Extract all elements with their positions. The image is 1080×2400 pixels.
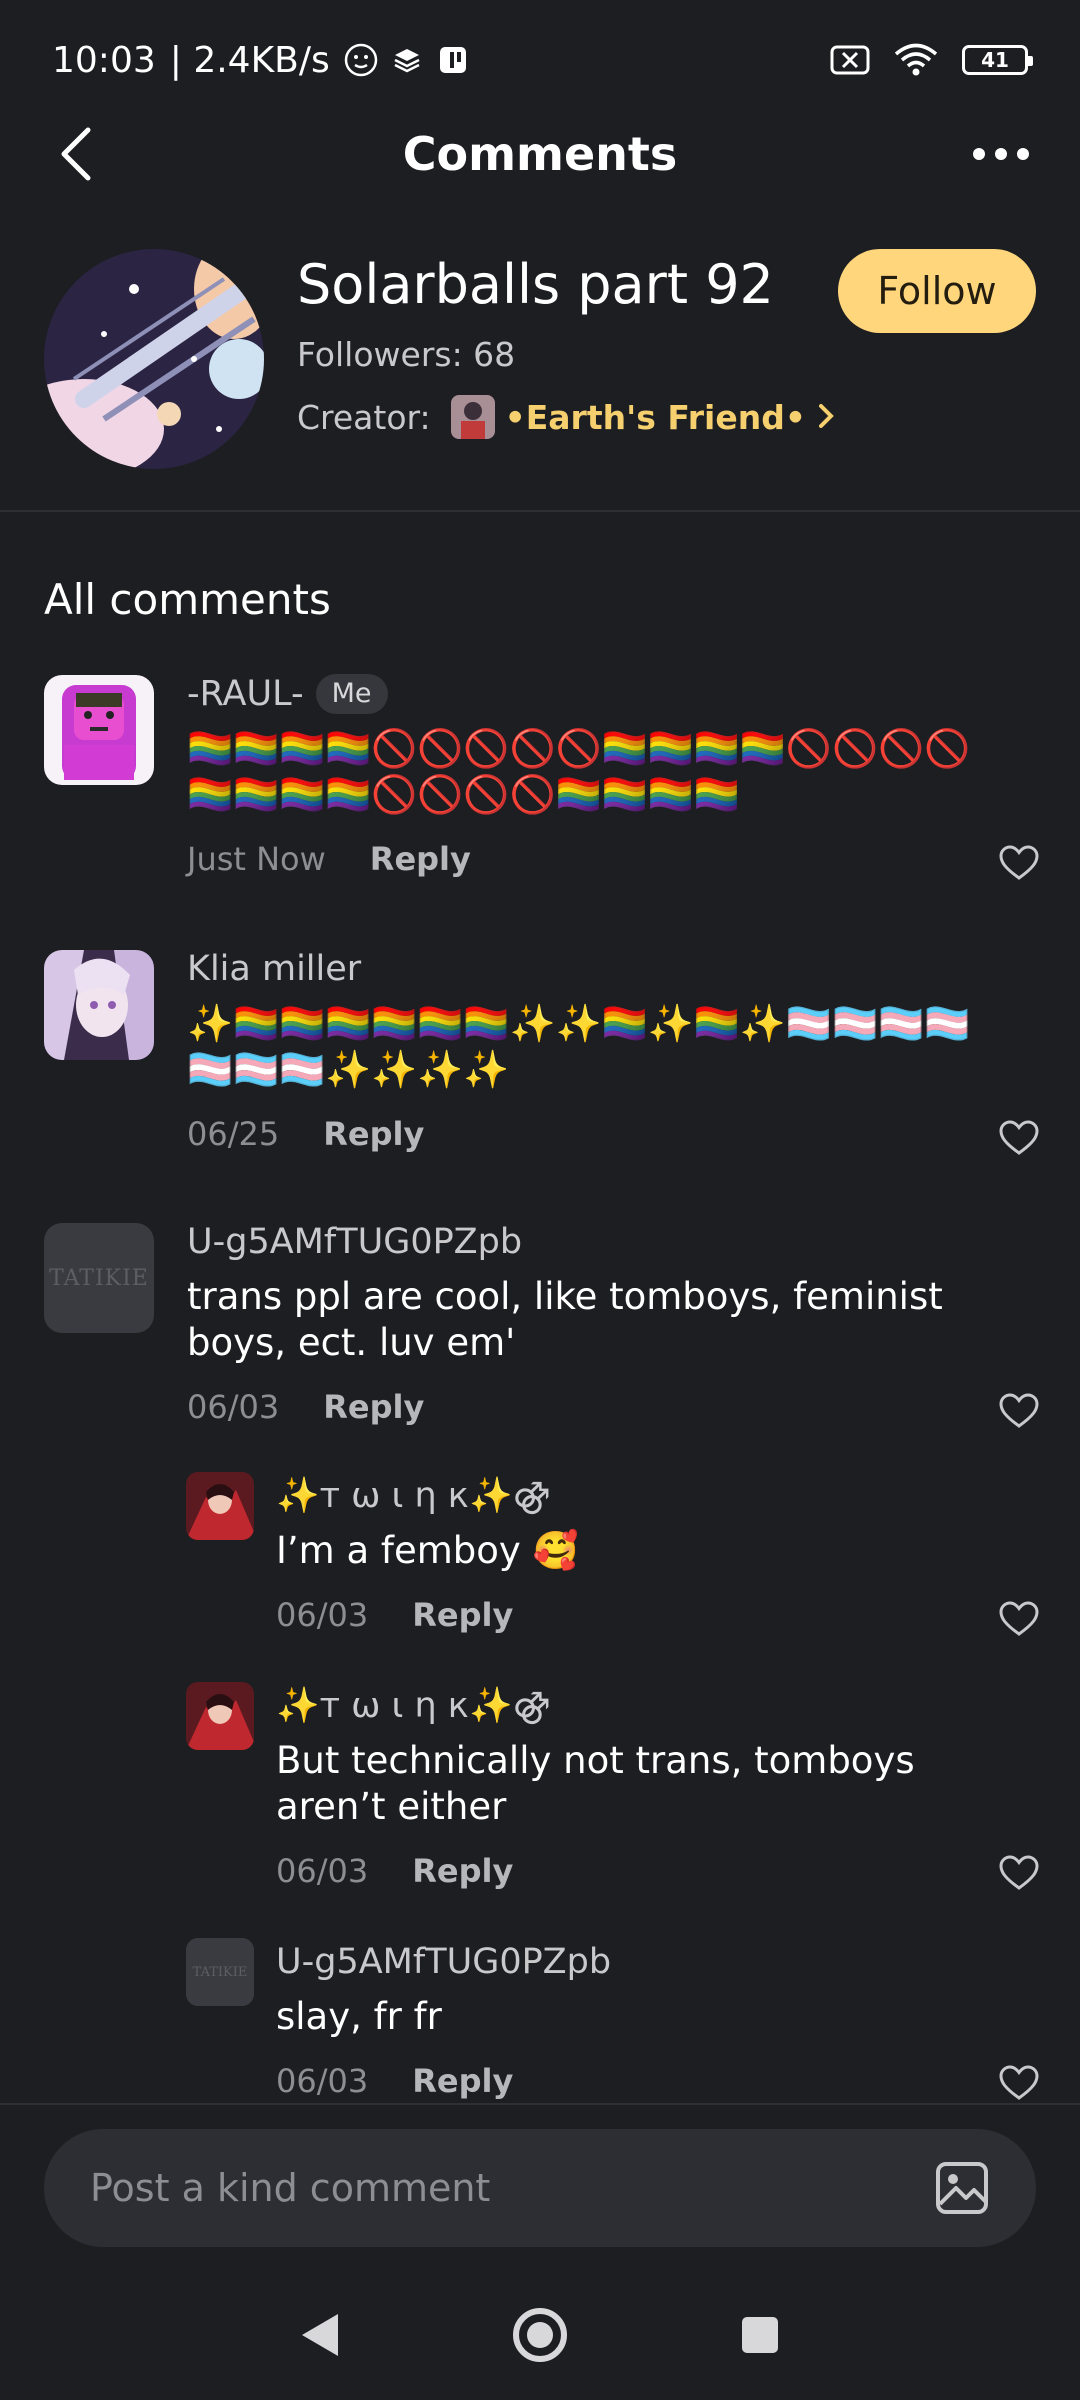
comment-author-name: U-g5AMfTUG0PZpb (187, 1222, 523, 1262)
bear-app-icon (344, 43, 378, 77)
avatar-watermark: TATIKIE (49, 1265, 149, 1291)
comment-author[interactable]: ✨т ω ι η к✨⚣ (276, 1682, 980, 1730)
heart-icon[interactable] (994, 2058, 1044, 2100)
status-left: 10:03 | 2.4KB/s (52, 40, 470, 81)
comment-text: 🏳️‍🌈🏳️‍🌈🏳️‍🌈🏳️‍🌈🚫🚫🚫🚫🚫🏳️‍🌈🏳️‍🌈🏳️‍🌈🏳️‍🌈🚫🚫🚫… (187, 727, 971, 816)
comment-date: 06/03 (276, 2062, 369, 2100)
comment-meta: 06/03 Reply (276, 2056, 980, 2100)
creator-label: Creator: (297, 397, 431, 437)
comment-body: U-g5AMfTUG0PZpb trans ppl are cool, like… (187, 1218, 980, 1432)
reply-button[interactable]: Reply (412, 2062, 513, 2100)
top-nav: Comments (0, 120, 1080, 188)
comment-body: ✨т ω ι η к✨⚣ But technically not trans, … (276, 1682, 980, 1896)
app-notification-icon (436, 43, 470, 77)
heart-icon[interactable] (994, 1848, 1044, 1898)
system-home-icon[interactable] (505, 2300, 575, 2370)
comment-body: Klia miller ✨🏳️‍🌈🏳️‍🌈🏳️‍🌈🏳️‍🌈🏳️‍🌈🏳️‍🌈✨✨🏳… (187, 945, 980, 1159)
comment-author-name: -RAUL- (187, 674, 304, 714)
comment-date: 06/25 (187, 1115, 280, 1153)
avatar-watermark: TATIKIE (192, 1964, 248, 1980)
comment-author-name: ✨т ω ι η к✨⚣ (276, 1686, 551, 1726)
comment-composer[interactable] (44, 2129, 1036, 2247)
section-title: All comments (44, 575, 331, 624)
creator-name: •Earth's Friend• (504, 397, 806, 437)
composer-bar (0, 2103, 1080, 2247)
header-divider (0, 510, 1080, 512)
page-title: Comments (402, 127, 678, 181)
follow-button[interactable]: Follow (838, 249, 1036, 333)
heart-icon[interactable] (994, 1594, 1044, 1644)
comment-text: But technically not trans, tomboys aren’… (276, 1739, 915, 1828)
comment-author[interactable]: U-g5AMfTUG0PZpb (187, 1218, 980, 1266)
system-recents-icon[interactable] (725, 2300, 795, 2370)
comment-date: 06/03 (276, 1596, 369, 1634)
heart-icon[interactable] (994, 838, 1044, 888)
comment-body: -RAUL- Me 🏳️‍🌈🏳️‍🌈🏳️‍🌈🏳️‍🌈🚫🚫🚫🚫🚫🏳️‍🌈🏳️‍🌈🏳… (187, 670, 980, 884)
avatar[interactable] (44, 675, 154, 785)
status-speed: | 2.4KB/s (169, 39, 330, 81)
image-icon[interactable] (932, 2158, 992, 2218)
reply-button[interactable]: Reply (323, 1115, 424, 1153)
comment-date: 06/03 (187, 1388, 280, 1426)
comment-text: slay, fr fr (276, 1995, 442, 2038)
back-button[interactable] (46, 124, 106, 184)
comment-date: 06/03 (276, 1852, 369, 1890)
comment-text: trans ppl are cool, like tomboys, femini… (187, 1275, 943, 1364)
comment-meta: 06/03 Reply (276, 1590, 980, 1640)
wifi-icon (894, 43, 938, 77)
status-bar: 10:03 | 2.4KB/s 41 (0, 0, 1080, 120)
comment-meta: 06/25 Reply (187, 1109, 980, 1159)
avatar[interactable] (186, 1682, 254, 1750)
series-header: Solarballs part 92 Followers: 68 Creator… (0, 245, 1080, 475)
reply-button[interactable]: Reply (412, 1596, 513, 1634)
avatar[interactable] (186, 1472, 254, 1540)
avatar[interactable]: TATIKIE (186, 1938, 254, 2006)
comment-author-name: ✨т ω ι η к✨⚣ (276, 1476, 551, 1516)
comment-body: U-g5AMfTUG0PZpb slay, fr fr 06/03 Reply (276, 1938, 980, 2100)
series-title: Solarballs part 92 (297, 253, 774, 316)
comment-author[interactable]: U-g5AMfTUG0PZpb (276, 1938, 980, 1986)
chevron-right-icon (818, 398, 834, 437)
avatar[interactable] (44, 950, 154, 1060)
comment-author-name: Klia miller (187, 949, 362, 989)
comment-meta: Just Now Reply (187, 834, 980, 884)
followers-count: Followers: 68 (297, 335, 516, 374)
comment-author[interactable]: Klia miller (187, 945, 980, 993)
comments-list[interactable]: -RAUL- Me 🏳️‍🌈🏳️‍🌈🏳️‍🌈🏳️‍🌈🚫🚫🚫🚫🚫🏳️‍🌈🏳️‍🌈🏳… (0, 670, 1080, 2100)
heart-icon[interactable] (994, 1113, 1044, 1163)
comment-text: I’m a femboy 🥰 (276, 1529, 579, 1572)
comment-meta: 06/03 Reply (187, 1382, 980, 1432)
comment-meta: 06/03 Reply (276, 1846, 980, 1896)
battery-indicator: 41 (962, 45, 1033, 75)
comment-date: Just Now (187, 840, 326, 878)
reply-button[interactable]: Reply (370, 840, 471, 878)
reply-button[interactable]: Reply (323, 1388, 424, 1426)
comment-input[interactable] (88, 2165, 932, 2211)
chevron-left-icon (61, 127, 91, 181)
layers-icon (392, 45, 422, 75)
series-cover-image[interactable] (44, 249, 264, 469)
no-sim-icon (830, 44, 870, 76)
comment-author[interactable]: -RAUL- Me (187, 670, 980, 718)
more-button[interactable] (966, 124, 1036, 184)
comment-author[interactable]: ✨т ω ι η к✨⚣ (276, 1472, 980, 1520)
status-time: 10:03 (52, 39, 156, 81)
system-back-icon[interactable] (285, 2300, 355, 2370)
more-horizontal-icon (973, 148, 1029, 160)
creator-avatar (450, 395, 495, 439)
heart-icon[interactable] (994, 1386, 1044, 1436)
status-right: 41 (830, 43, 1033, 77)
reply-button[interactable]: Reply (412, 1852, 513, 1890)
avatar[interactable]: TATIKIE (44, 1223, 154, 1333)
creator-link[interactable]: Creator: •Earth's Friend• (297, 395, 834, 439)
comment-body: ✨т ω ι η к✨⚣ I’m a femboy 🥰 06/03 Reply (276, 1472, 980, 1640)
comment-author-name: U-g5AMfTUG0PZpb (276, 1942, 612, 1982)
system-navigation-bar (0, 2270, 1080, 2400)
comment-text: ✨🏳️‍🌈🏳️‍🌈🏳️‍🌈🏳️‍🌈🏳️‍🌈🏳️‍🌈✨✨🏳️‍🌈✨🏳️‍🌈✨🏳️‍… (187, 1002, 971, 1091)
me-badge: Me (315, 674, 388, 714)
